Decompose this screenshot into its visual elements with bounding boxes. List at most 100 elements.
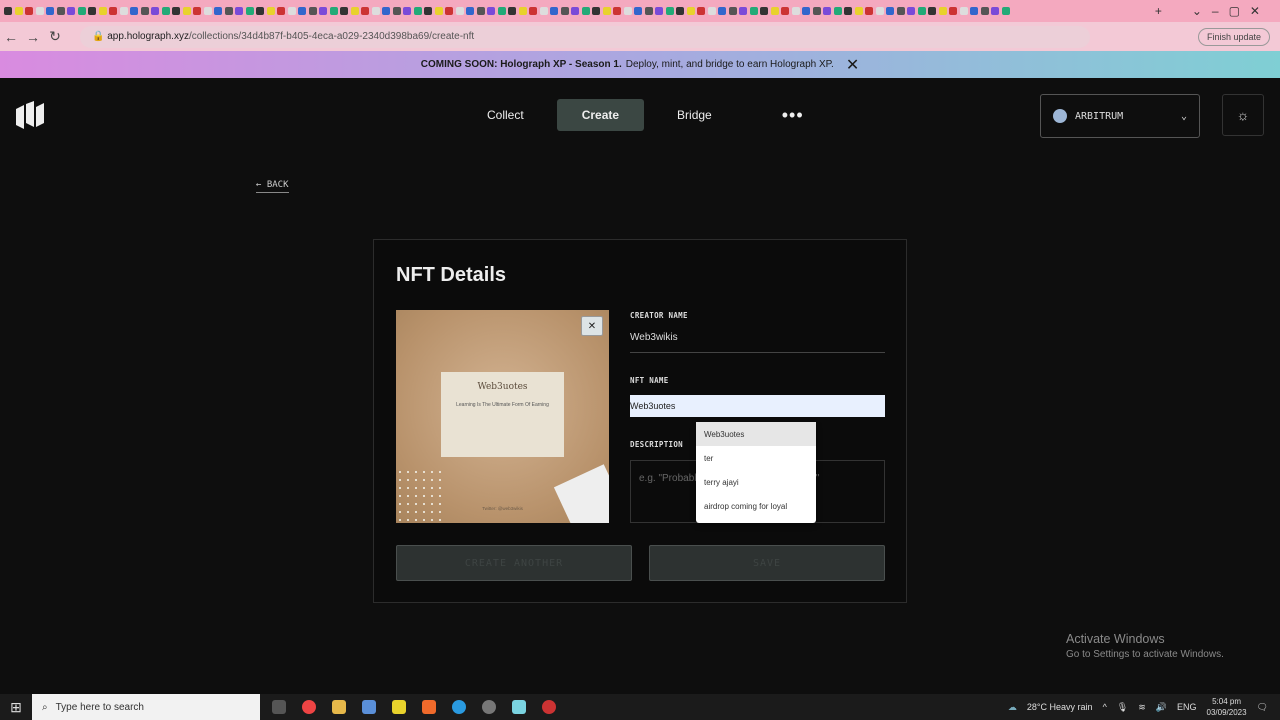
url-input[interactable]: 🔒 app.holograph.xyz/collections/34d4b87f… <box>80 25 1090 48</box>
browser-tab[interactable] <box>109 7 117 15</box>
browser-tab[interactable] <box>424 7 432 15</box>
browser-tab[interactable] <box>623 7 632 15</box>
browser-tab[interactable] <box>991 7 999 15</box>
browser-tab[interactable] <box>466 7 474 15</box>
browser-tab[interactable] <box>854 7 863 15</box>
browser-tab[interactable] <box>161 7 170 15</box>
file-explorer-icon[interactable] <box>332 700 346 714</box>
browser-tab[interactable] <box>476 7 485 15</box>
browser-tab[interactable] <box>287 7 296 15</box>
browser-tab[interactable] <box>634 7 642 15</box>
browser-tab[interactable] <box>361 7 369 15</box>
app-icon[interactable] <box>512 700 526 714</box>
browser-tab[interactable] <box>886 7 894 15</box>
chrome-icon[interactable] <box>302 700 316 714</box>
browser-tab[interactable] <box>970 7 978 15</box>
browser-tab[interactable] <box>980 7 989 15</box>
autocomplete-option[interactable]: ter <box>696 446 816 470</box>
browser-tab[interactable] <box>434 7 443 15</box>
windows-start-icon[interactable]: ⊞ <box>0 699 32 716</box>
browser-tab[interactable] <box>182 7 191 15</box>
browser-tab[interactable] <box>77 7 86 15</box>
browser-tab[interactable] <box>172 7 180 15</box>
browser-tab[interactable] <box>728 7 737 15</box>
browser-tab[interactable] <box>949 7 957 15</box>
browser-tab[interactable] <box>592 7 600 15</box>
browser-tab[interactable] <box>571 7 579 15</box>
network-selector[interactable]: ARBITRUM ⌄ <box>1040 94 1200 138</box>
browser-tab[interactable] <box>67 7 75 15</box>
browser-tab[interactable] <box>329 7 338 15</box>
browser-tab[interactable] <box>88 7 96 15</box>
browser-tab[interactable] <box>25 7 33 15</box>
browser-tab[interactable] <box>371 7 380 15</box>
browser-tab[interactable] <box>298 7 306 15</box>
browser-tab[interactable] <box>203 7 212 15</box>
browser-tab[interactable] <box>518 7 527 15</box>
browser-tab[interactable] <box>917 7 926 15</box>
reload-icon[interactable]: ↻ <box>44 28 66 45</box>
browser-tab[interactable] <box>455 7 464 15</box>
browser-tab[interactable] <box>613 7 621 15</box>
browser-tab[interactable] <box>277 7 285 15</box>
browser-tab[interactable] <box>823 7 831 15</box>
creator-name-field[interactable]: Web3wikis <box>630 332 885 353</box>
browser-tab[interactable] <box>497 7 506 15</box>
browser-tab[interactable] <box>245 7 254 15</box>
browser-tab[interactable] <box>98 7 107 15</box>
browser-tab[interactable] <box>235 7 243 15</box>
browser-tab[interactable] <box>193 7 201 15</box>
language-indicator[interactable]: ENG <box>1177 702 1197 712</box>
browser-tab[interactable] <box>655 7 663 15</box>
browser-tab[interactable] <box>697 7 705 15</box>
weather-text[interactable]: 28°C Heavy rain <box>1027 702 1093 712</box>
browser-tab[interactable] <box>46 7 54 15</box>
finish-update-button[interactable]: Finish update <box>1197 27 1270 46</box>
volume-icon[interactable]: 🔊 <box>1156 702 1167 713</box>
new-tab-button[interactable]: + <box>1155 4 1162 18</box>
remove-image-close-icon[interactable]: ✕ <box>581 316 603 336</box>
browser-tab[interactable] <box>35 7 44 15</box>
browser-tab[interactable] <box>413 7 422 15</box>
notifications-icon[interactable]: 🗨 <box>1257 702 1268 713</box>
tray-chevron-icon[interactable]: ^ <box>1103 702 1107 712</box>
browser-tab[interactable] <box>308 7 317 15</box>
back-arrow-icon[interactable]: ← <box>0 29 22 45</box>
browser-tab[interactable] <box>539 7 548 15</box>
wifi-icon[interactable]: ≋ <box>1138 702 1146 713</box>
nav-bridge[interactable]: Bridge <box>662 99 727 131</box>
browser-tab[interactable] <box>508 7 516 15</box>
browser-tab[interactable] <box>340 7 348 15</box>
save-button[interactable]: SAVE <box>649 545 885 581</box>
browser-tab[interactable] <box>833 7 842 15</box>
browser-tab[interactable] <box>550 7 558 15</box>
browser-tab[interactable] <box>224 7 233 15</box>
browser-tab-strip[interactable]: + ⌄ – ▢ ✕ <box>0 0 1280 22</box>
browser-tab[interactable] <box>56 7 65 15</box>
browser-tab[interactable] <box>266 7 275 15</box>
browser-tab[interactable] <box>665 7 674 15</box>
browser-tab[interactable] <box>602 7 611 15</box>
brave-icon[interactable] <box>422 700 436 714</box>
browser-tab[interactable] <box>844 7 852 15</box>
browser-tab[interactable] <box>907 7 915 15</box>
browser-tab[interactable] <box>581 7 590 15</box>
more-icon[interactable]: ••• <box>767 99 819 131</box>
browser-tab[interactable] <box>896 7 905 15</box>
browser-tab[interactable] <box>760 7 768 15</box>
browser-tab[interactable] <box>749 7 758 15</box>
browser-tab[interactable] <box>791 7 800 15</box>
browser-tab[interactable] <box>875 7 884 15</box>
nft-name-input[interactable] <box>630 395 885 417</box>
browser-tab[interactable] <box>403 7 411 15</box>
nav-collect[interactable]: Collect <box>472 99 539 131</box>
browser-tab[interactable] <box>739 7 747 15</box>
browser-tab[interactable] <box>644 7 653 15</box>
browser-tab[interactable] <box>707 7 716 15</box>
browser-tab[interactable] <box>770 7 779 15</box>
back-link[interactable]: ← BACK <box>256 180 289 193</box>
browser-tab[interactable] <box>382 7 390 15</box>
browser-tab[interactable] <box>560 7 569 15</box>
browser-tab[interactable] <box>119 7 128 15</box>
calculator-icon[interactable] <box>362 700 376 714</box>
